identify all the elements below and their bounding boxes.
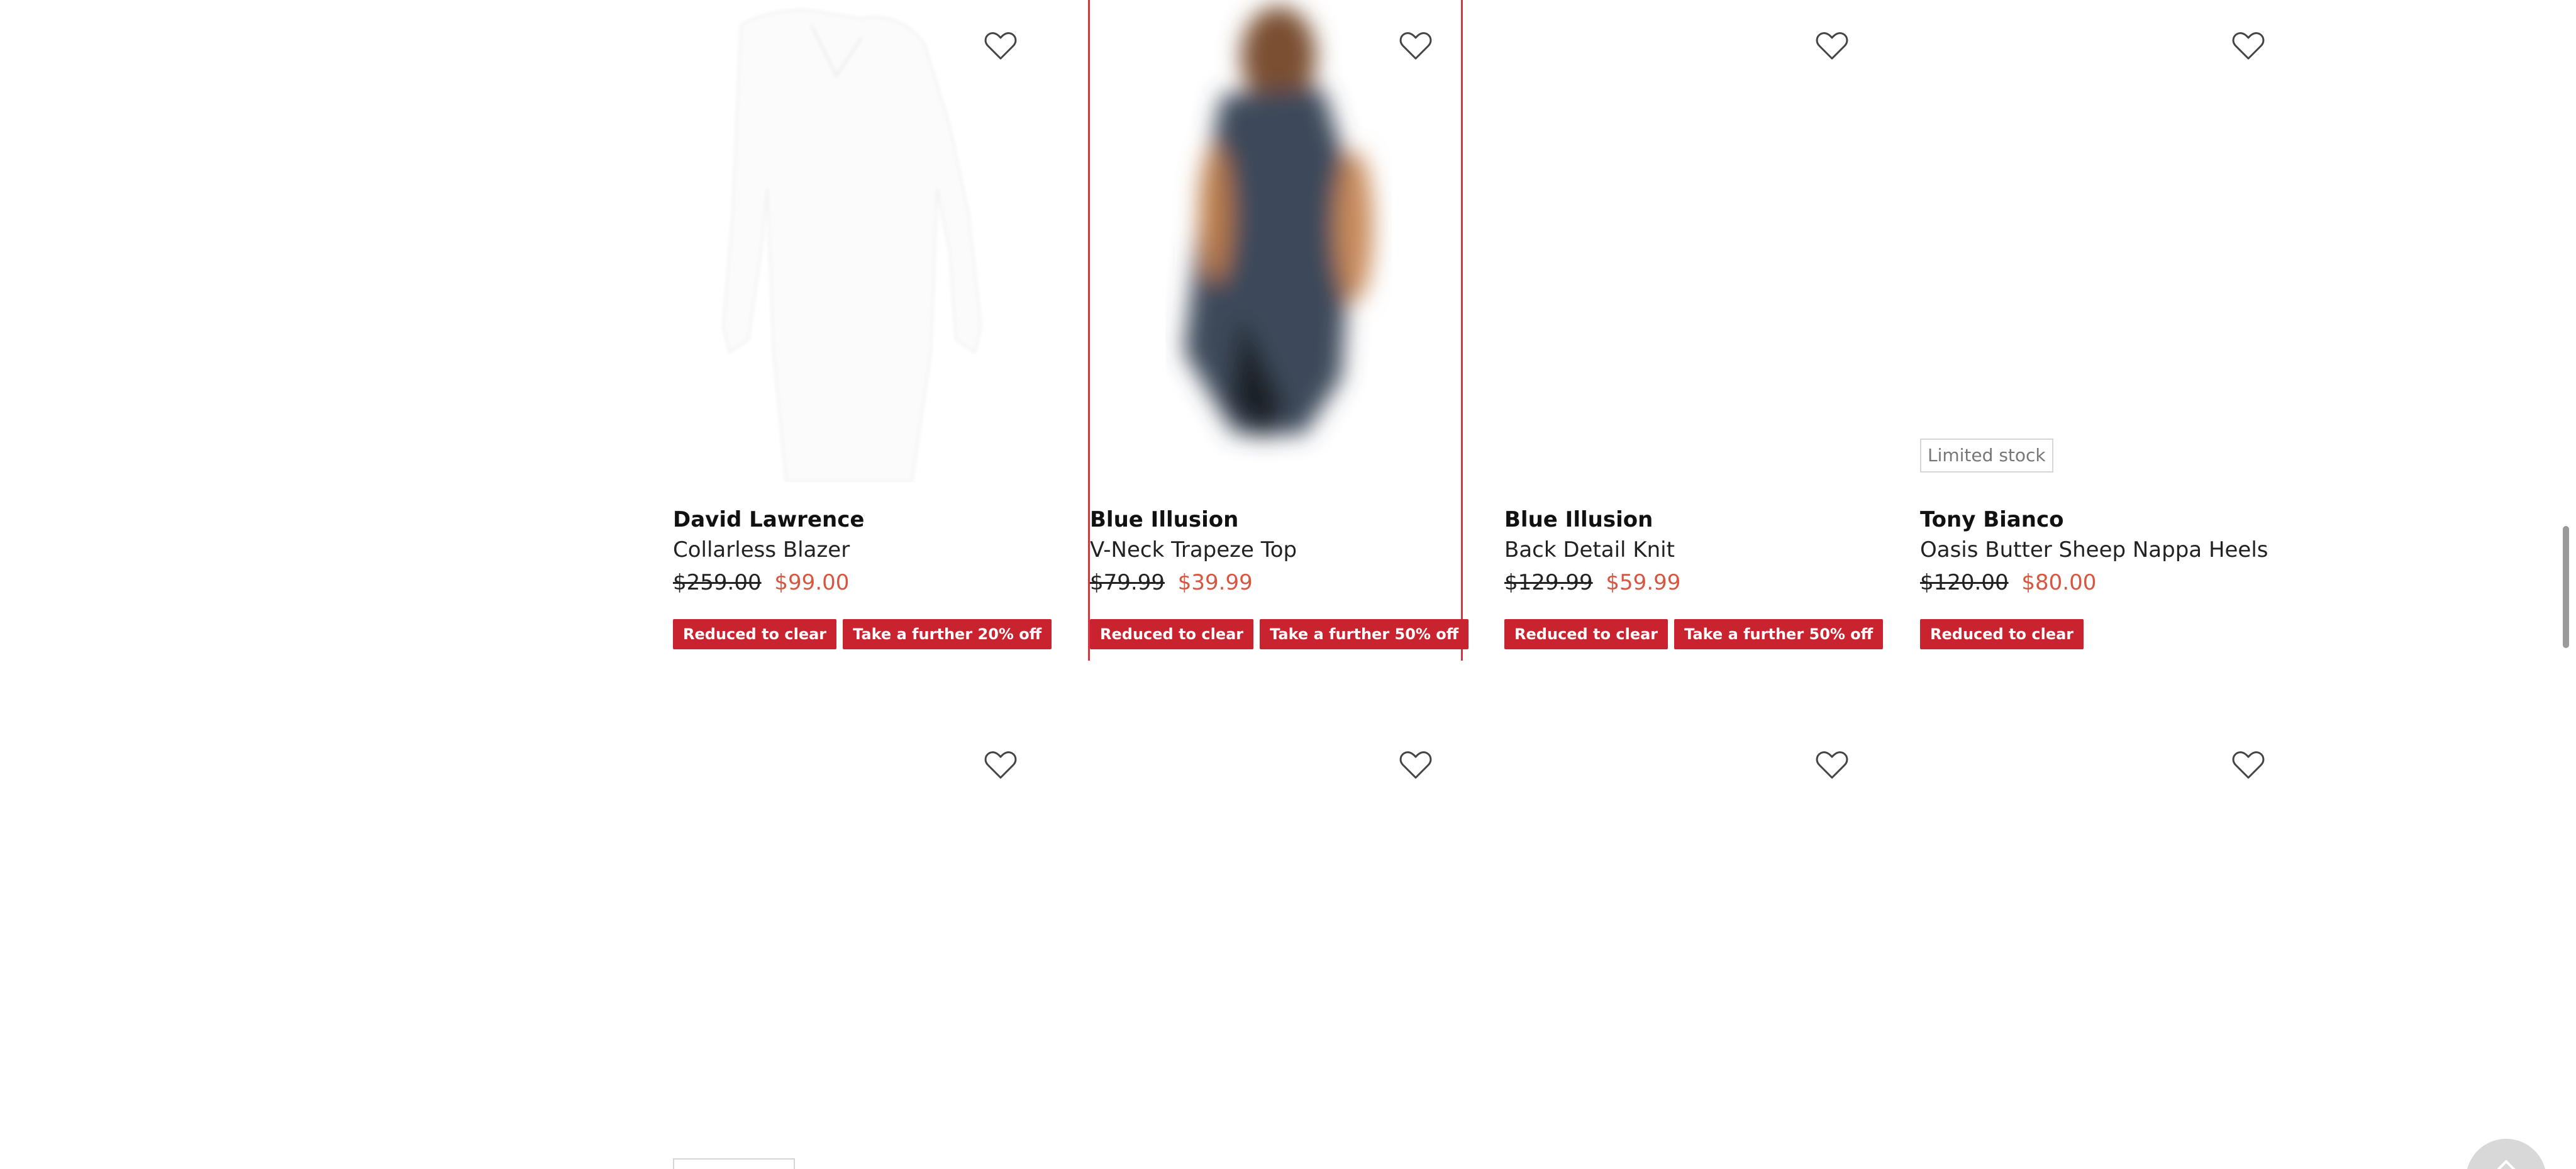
promo-badge: Take a further 20% off	[843, 619, 1052, 649]
wishlist-button[interactable]	[2227, 745, 2270, 788]
product-brand[interactable]: Blue Illusion	[1090, 507, 1238, 532]
heart-icon	[2232, 751, 2265, 779]
product-card[interactable]: Blue Illusion V-Neck Trapeze Top $79.99 …	[1088, 0, 1469, 661]
sale-price: $39.99	[1177, 570, 1253, 595]
original-price: $129.99	[1504, 570, 1593, 595]
product-card[interactable]: Blue Illusion Back Detail Knit $129.99 $…	[1504, 0, 1884, 661]
product-prices: $79.99 $39.99	[1090, 570, 1253, 595]
promo-badge: Take a further 50% off	[1260, 619, 1469, 649]
product-listing-page: David Lawrence Collarless Blazer $259.00…	[0, 0, 2576, 1169]
product-brand[interactable]: Tony Bianco	[1920, 507, 2063, 532]
product-card[interactable]: Limited stock Tony Bianco Oasis Butter S…	[1920, 0, 2295, 661]
wishlist-button[interactable]	[1811, 745, 1853, 788]
heart-icon	[1399, 32, 1432, 60]
product-prices: $129.99 $59.99	[1504, 570, 1680, 595]
product-name[interactable]: Oasis Butter Sheep Nappa Heels	[1920, 537, 2268, 562]
original-price: $120.00	[1920, 570, 2009, 595]
product-prices: $259.00 $99.00	[673, 570, 849, 595]
promo-badges: Reduced to clear Take a further 50% off	[1090, 619, 1469, 649]
limited-stock-tag: Limited stock	[1920, 439, 2053, 473]
original-price: $79.99	[1090, 570, 1165, 595]
heart-icon	[2232, 32, 2265, 60]
heart-icon	[1816, 32, 1848, 60]
product-brand[interactable]: Blue Illusion	[1504, 507, 1653, 532]
promo-badge: Reduced to clear	[673, 619, 837, 649]
sale-price: $59.99	[1606, 570, 1681, 595]
heart-icon	[984, 751, 1017, 779]
wishlist-button[interactable]	[979, 745, 1022, 788]
back-to-top-button[interactable]	[2466, 1139, 2546, 1169]
promo-badge: Take a further 50% off	[1674, 619, 1884, 649]
product-image[interactable]	[673, 0, 1048, 482]
product-brand[interactable]: David Lawrence	[673, 507, 864, 532]
wishlist-button[interactable]	[1394, 26, 1437, 69]
promo-badges: Reduced to clear	[1920, 619, 2084, 649]
product-card[interactable]: David Lawrence Collarless Blazer $259.00…	[673, 0, 1052, 661]
arrow-up-icon	[2497, 1160, 2516, 1169]
product-image[interactable]	[1920, 0, 2295, 482]
wishlist-button[interactable]	[1394, 745, 1437, 788]
sale-price: $99.00	[774, 570, 850, 595]
heart-icon	[1399, 751, 1432, 779]
wishlist-button[interactable]	[979, 26, 1022, 69]
promo-badge: Reduced to clear	[1920, 619, 2084, 649]
promo-badges: Reduced to clear Take a further 50% off	[1504, 619, 1884, 649]
product-name[interactable]: Collarless Blazer	[673, 537, 850, 562]
promo-badge: Reduced to clear	[1504, 619, 1668, 649]
product-image[interactable]	[1504, 0, 1879, 482]
promo-badges: Reduced to clear Take a further 20% off	[673, 619, 1052, 649]
heart-icon	[1816, 751, 1848, 779]
product-image[interactable]	[1090, 0, 1465, 482]
product-name[interactable]: V-Neck Trapeze Top	[1090, 537, 1297, 562]
product-name[interactable]: Back Detail Knit	[1504, 537, 1675, 562]
promo-badge: Reduced to clear	[1090, 619, 1254, 649]
original-price: $259.00	[673, 570, 762, 595]
wishlist-button[interactable]	[2227, 26, 2270, 69]
stock-tag-partial	[673, 1158, 795, 1169]
wishlist-button[interactable]	[1811, 26, 1853, 69]
heart-icon	[984, 32, 1017, 60]
product-prices: $120.00 $80.00	[1920, 570, 2096, 595]
scrollbar-thumb[interactable]	[2563, 526, 2569, 648]
sale-price: $80.00	[2021, 570, 2097, 595]
